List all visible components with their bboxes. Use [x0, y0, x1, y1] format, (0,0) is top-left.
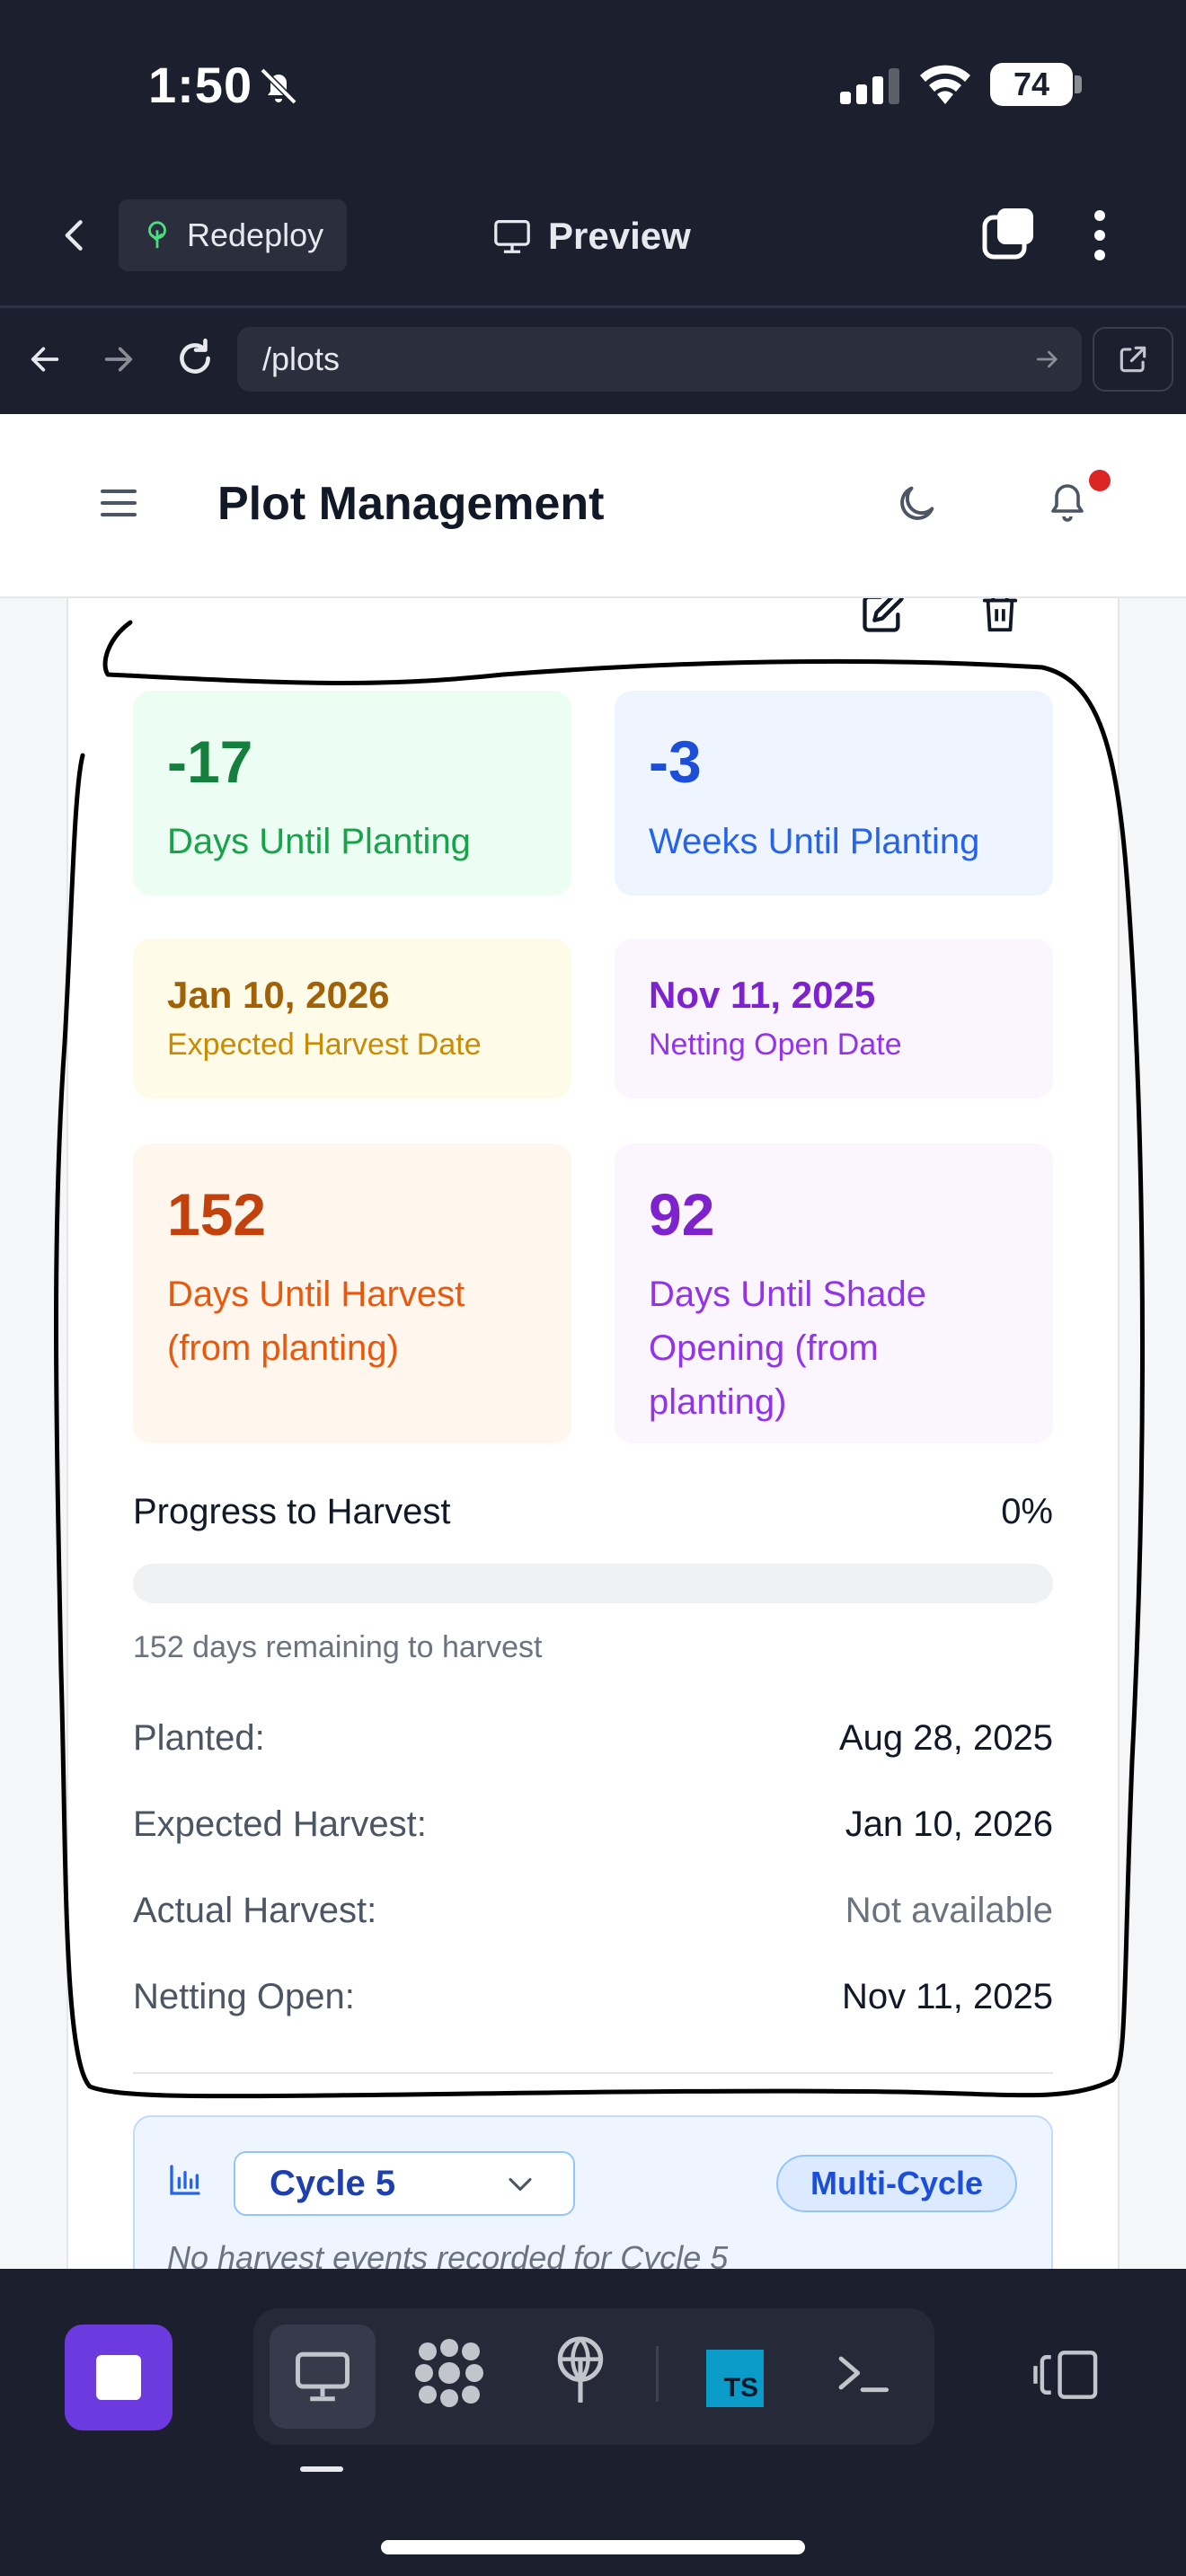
progress-label: Progress to Harvest	[133, 1492, 451, 1531]
browser-back-icon[interactable]	[27, 341, 63, 377]
stat-label: Netting Open Date	[649, 1028, 902, 1062]
stat-value: 152	[167, 1181, 267, 1248]
redeploy-label: Redeploy	[187, 216, 324, 253]
detail-key: Actual Harvest:	[133, 1891, 377, 1930]
open-external-button[interactable]	[1093, 327, 1173, 392]
detail-key: Netting Open:	[133, 1977, 355, 2016]
preview-tool-button[interactable]	[270, 2325, 376, 2429]
stat-weeks-until-planting: -3 Weeks Until Planting	[615, 691, 1053, 895]
home-indicator	[381, 2540, 805, 2554]
bar-chart-icon	[170, 2165, 200, 2195]
multi-cycle-badge: Multi-Cycle	[776, 2155, 1017, 2212]
detail-value: Not available	[845, 1891, 1053, 1930]
progress-bar	[133, 1564, 1053, 1603]
stat-value: -3	[649, 728, 702, 795]
page-header: Plot Management	[0, 414, 1186, 598]
browser-forward-icon[interactable]	[101, 341, 137, 377]
stat-days-until-shade-opening: 92 Days Until Shade Opening (from planti…	[615, 1143, 1053, 1443]
active-tab-indicator	[300, 2466, 343, 2472]
bell-muted-icon	[260, 67, 297, 105]
back-chevron-icon[interactable]	[56, 214, 95, 257]
tabs-icon[interactable]	[981, 207, 1037, 262]
detail-value: Jan 10, 2026	[845, 1804, 1053, 1844]
battery-cap-icon	[1075, 75, 1082, 93]
stat-label: Expected Harvest Date	[167, 1028, 482, 1062]
stat-value: Jan 10, 2026	[167, 974, 390, 1016]
stat-value: Nov 11, 2025	[649, 974, 876, 1016]
no-harvest-events-text: No harvest events recorded for Cycle 5	[167, 2239, 729, 2269]
desktop-icon	[296, 2351, 350, 2402]
terminal-icon[interactable]	[834, 2346, 891, 2400]
stat-netting-open-date: Nov 11, 2025 Netting Open Date	[615, 939, 1053, 1098]
hamburger-menu-icon[interactable]	[101, 488, 137, 518]
progress-remaining-text: 152 days remaining to harvest	[133, 1630, 543, 1664]
stop-button[interactable]	[65, 2325, 173, 2430]
battery-level: 74	[990, 63, 1073, 106]
stat-label: Days Until Planting	[167, 822, 471, 861]
deploy-icon[interactable]	[550, 2333, 611, 2405]
status-bar: 1:50 74	[0, 0, 1186, 171]
preview-title: Preview	[492, 207, 691, 266]
stat-value: 92	[649, 1181, 715, 1248]
detail-value: Aug 28, 2025	[839, 1718, 1053, 1758]
progress-percent: 0%	[1001, 1492, 1053, 1531]
go-arrow-icon[interactable]	[1033, 345, 1062, 374]
split-view-icon[interactable]	[1033, 2348, 1100, 2402]
dark-mode-moon-icon[interactable]	[893, 481, 940, 527]
toolbar-separator	[656, 2346, 659, 2402]
page-title: Plot Management	[217, 478, 605, 530]
stat-label: Days Until Shade Opening (from planting)	[649, 1275, 927, 1422]
chevron-down-icon[interactable]	[505, 2175, 535, 2194]
typescript-icon[interactable]: TS	[706, 2350, 764, 2407]
notification-dot	[1089, 470, 1111, 491]
stat-days-until-harvest: 152 Days Until Harvest (from planting)	[133, 1143, 571, 1443]
workspace-cluster-icon[interactable]	[413, 2337, 485, 2409]
url-input[interactable]: /plots	[237, 327, 1082, 392]
more-options-icon[interactable]	[1091, 208, 1109, 262]
status-time: 1:50	[148, 57, 253, 113]
stat-expected-harvest-date: Jan 10, 2026 Expected Harvest Date	[133, 939, 571, 1098]
reload-icon[interactable]	[173, 336, 217, 381]
detail-value: Nov 11, 2025	[842, 1977, 1053, 2016]
detail-key: Planted:	[133, 1718, 265, 1758]
stat-value: -17	[167, 728, 253, 795]
stat-label: Weeks Until Planting	[649, 822, 980, 861]
web-page: Plot Management -17 Days Until Planting …	[0, 414, 1186, 2269]
external-link-icon	[1120, 346, 1146, 373]
stat-days-until-planting: -17 Days Until Planting	[133, 691, 571, 895]
wifi-icon	[920, 65, 970, 104]
stop-square-icon	[96, 2355, 141, 2400]
monitor-icon	[494, 220, 530, 253]
section-divider	[133, 2072, 1053, 2074]
redeploy-button[interactable]: Redeploy	[119, 199, 347, 271]
notification-bell-icon[interactable]	[1046, 477, 1089, 527]
stat-label: Days Until Harvest (from planting)	[167, 1275, 465, 1368]
cellular-signal-icon	[840, 68, 899, 104]
preview-label: Preview	[548, 215, 691, 257]
deploy-tree-icon	[148, 221, 166, 249]
detail-key: Expected Harvest:	[133, 1804, 427, 1844]
